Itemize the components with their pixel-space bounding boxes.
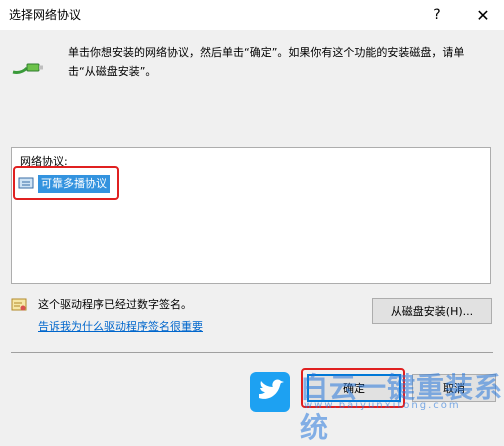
watermark-logo [250, 372, 290, 412]
certificate-icon [11, 298, 27, 311]
help-button[interactable]: ? [420, 0, 454, 30]
bird-icon [259, 379, 284, 399]
network-cable-icon [12, 63, 43, 74]
dialog-title: 选择网络协议 [9, 8, 82, 22]
signature-info-link[interactable]: 告诉我为什么驱动程序签名很重要 [38, 318, 203, 334]
from-disk-button[interactable]: 从磁盘安装(H)... [372, 298, 492, 324]
signature-status: 这个驱动程序已经过数字签名。 [38, 298, 192, 311]
watermark-url: www.baiyunxitong.com [304, 400, 461, 411]
instruction-text: 单击你想安装的网络协议，然后单击“确定”。如果你有这个功能的安装磁盘，请单击“从… [68, 46, 465, 78]
divider [11, 352, 493, 353]
title-bar: 选择网络协议 ? ✕ [0, 0, 504, 30]
highlight-box-list-item [13, 166, 119, 200]
close-button[interactable]: ✕ [466, 0, 500, 30]
